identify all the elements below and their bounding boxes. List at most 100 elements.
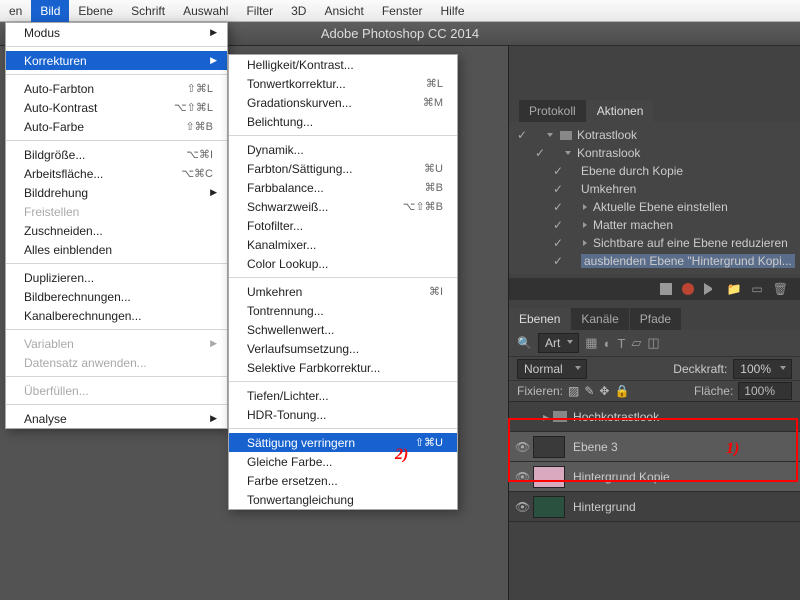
menu-item[interactable]: Alles einblenden [6,240,227,259]
menu-item[interactable]: Bildberechnungen... [6,287,227,306]
submenu-item[interactable]: Color Lookup... [229,254,457,273]
menu-item[interactable]: Auto-Farbe⇧⌘B [6,117,227,136]
menu-auswahl[interactable]: Auswahl [174,0,237,22]
menu-item[interactable]: Auto-Kontrast⌥⇧⌘L [6,98,227,117]
menu-item[interactable]: Auto-Farbton⇧⌘L [6,79,227,98]
menu-item[interactable]: Arbeitsfläche...⌥⌘C [6,164,227,183]
panel-tab[interactable]: Ebenen [509,308,570,330]
action-row[interactable]: ✓Kontraslook [509,144,800,162]
submenu-item[interactable]: Helligkeit/Kontrast... [229,55,457,74]
layers-list[interactable]: ▸Hochkotrastlook👁Ebene 3👁Hintergrund Kop… [509,402,800,522]
menubar[interactable]: enBildEbeneSchriftAuswahlFilter3DAnsicht… [0,0,800,22]
filter-type-select[interactable]: Art [538,333,579,353]
menu-filter[interactable]: Filter [237,0,282,22]
stop-icon[interactable] [660,283,672,295]
menu-korrekturen-submenu[interactable]: Helligkeit/Kontrast...Tonwertkorrektur..… [228,54,458,510]
annotation-2: 2) [395,446,408,464]
layer-row[interactable]: ▸Hochkotrastlook [509,402,800,432]
filter-img-icon[interactable]: ▦ [585,335,597,351]
submenu-item[interactable]: Fotofilter... [229,216,457,235]
menu-item[interactable]: Analyse▶ [6,409,227,428]
submenu-item[interactable]: Farbe ersetzen... [229,471,457,490]
submenu-item[interactable]: Tiefen/Lichter... [229,386,457,405]
lock-all-icon[interactable]: 🔒 [614,384,629,398]
fill-label: Fläche: [694,384,733,398]
action-row[interactable]: ✓ausblenden Ebene "Hintergrund Kopi... [509,252,800,270]
submenu-item[interactable]: Dynamik... [229,140,457,159]
menu-item: Überfüllen... [6,381,227,400]
trash-icon[interactable]: 🗑 [773,282,788,296]
submenu-item[interactable]: Tonwertangleichung [229,490,457,509]
panel-tab[interactable]: Pfade [630,308,681,330]
submenu-item[interactable]: Verlaufsumsetzung... [229,339,457,358]
action-row[interactable]: ✓Umkehren [509,180,800,198]
lock-paint-icon[interactable]: ✎ [584,384,594,398]
folder-icon[interactable]: 📁 [726,282,741,296]
layers-lock-row[interactable]: Fixieren: ▨ ✎ ✥ 🔒 Fläche: 100% [509,380,800,402]
filter-shape-icon[interactable]: ▱ [631,335,641,351]
fill-value[interactable]: 100% [738,382,792,400]
action-row[interactable]: ✓Ebene durch Kopie [509,162,800,180]
layer-row[interactable]: 👁Hintergrund [509,492,800,522]
submenu-item[interactable]: Schwellenwert... [229,320,457,339]
layers-filter-row[interactable]: 🔍 Art ▦ ◐ T ▱ ◫ [509,330,800,356]
submenu-item[interactable]: Gradationskurven...⌘M [229,93,457,112]
menu-en[interactable]: en [0,0,31,22]
panel-tab[interactable]: Protokoll [519,100,586,122]
actions-toolbar[interactable]: 📁 ▭ 🗑 [509,278,800,300]
menu-ansicht[interactable]: Ansicht [315,0,372,22]
panel-tab[interactable]: Aktionen [587,100,654,122]
opacity-value[interactable]: 100% [733,359,792,379]
lock-move-icon[interactable]: ✥ [599,384,609,398]
action-row[interactable]: ✓Kotrastlook [509,126,800,144]
submenu-item[interactable]: Sättigung verringern⇧⌘U [229,433,457,452]
submenu-item[interactable]: Kanalmixer... [229,235,457,254]
layer-row[interactable]: 👁Ebene 3 [509,432,800,462]
submenu-item[interactable]: Farbton/Sättigung...⌘U [229,159,457,178]
submenu-item[interactable]: Schwarzweiß...⌥⇧⌘B [229,197,457,216]
menu-item[interactable]: Korrekturen▶ [6,51,227,70]
submenu-item[interactable]: Tontrennung... [229,301,457,320]
lock-pixel-icon[interactable]: ▨ [568,384,579,398]
submenu-item[interactable]: Belichtung... [229,112,457,131]
menu-hilfe[interactable]: Hilfe [432,0,474,22]
menu-bild-dropdown[interactable]: Modus▶ Korrekturen▶ Auto-Farbton⇧⌘LAuto-Ko… [5,22,228,429]
menu-item[interactable]: Zuschneiden... [6,221,227,240]
action-row[interactable]: ✓Matter machen [509,216,800,234]
menu-item: Datensatz anwenden... [6,353,227,372]
filter-smart-icon[interactable]: ◫ [647,335,659,351]
layers-panel-tabs[interactable]: EbenenKanälePfade [509,308,800,330]
menu-item[interactable]: Duplizieren... [6,268,227,287]
menu-item[interactable]: Kanalberechnungen... [6,306,227,325]
visibility-icon[interactable]: 👁 [515,500,533,514]
layer-row[interactable]: 👁Hintergrund Kopie [509,462,800,492]
filter-type-icon[interactable]: T [617,336,625,351]
layers-blend-row[interactable]: Normal Deckkraft: 100% [509,356,800,380]
menu-3d[interactable]: 3D [282,0,315,22]
submenu-item[interactable]: HDR-Tonung... [229,405,457,424]
record-icon[interactable] [682,283,694,295]
panel-tab[interactable]: Kanäle [571,308,628,330]
menu-item[interactable]: Bilddrehung▶ [6,183,227,202]
history-panel-tabs[interactable]: ProtokollAktionen [519,100,800,122]
menu-item[interactable]: Bildgröße...⌥⌘I [6,145,227,164]
action-row[interactable]: ✓Aktuelle Ebene einstellen [509,198,800,216]
visibility-icon[interactable]: 👁 [515,470,533,484]
submenu-item[interactable]: Gleiche Farbe... [229,452,457,471]
play-icon[interactable] [704,283,716,295]
menu-fenster[interactable]: Fenster [373,0,432,22]
submenu-item[interactable]: Umkehren⌘I [229,282,457,301]
blend-mode-select[interactable]: Normal [517,359,587,379]
action-row[interactable]: ✓Sichtbare auf eine Ebene reduzieren [509,234,800,252]
submenu-item[interactable]: Selektive Farbkorrektur... [229,358,457,377]
submenu-item[interactable]: Farbbalance...⌘B [229,178,457,197]
menu-bild[interactable]: Bild [31,0,69,22]
menu-ebene[interactable]: Ebene [69,0,122,22]
submenu-item[interactable]: Tonwertkorrektur...⌘L [229,74,457,93]
menu-schrift[interactable]: Schrift [122,0,174,22]
filter-adj-icon[interactable]: ◐ [604,336,612,351]
menu-item[interactable]: Modus▶ [6,23,227,42]
actions-panel[interactable]: ✓Kotrastlook✓Kontraslook✓Ebene durch Kop… [509,122,800,274]
new-icon[interactable]: ▭ [751,282,762,296]
visibility-icon[interactable]: 👁 [515,440,533,454]
